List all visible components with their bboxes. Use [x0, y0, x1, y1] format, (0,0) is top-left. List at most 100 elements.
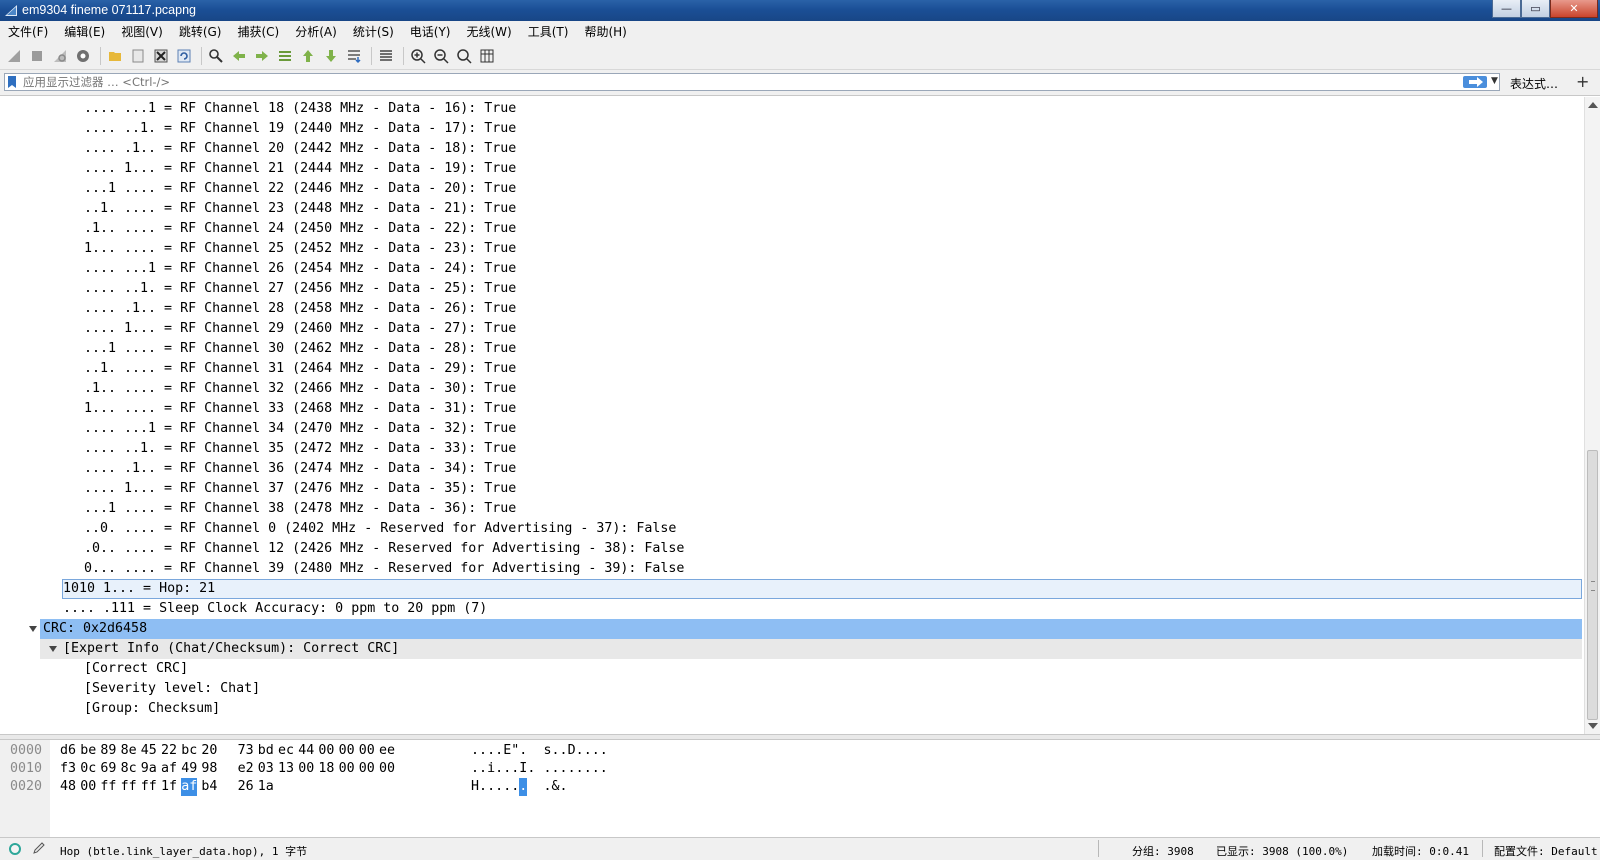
resize-columns-icon[interactable] — [477, 46, 497, 66]
tree-row[interactable]: .... ..1. = RF Channel 35 (2472 MHz - Da… — [0, 439, 1584, 459]
tree-row[interactable]: CRC: 0x2d6458 — [0, 619, 1584, 639]
bookmark-icon[interactable] — [8, 76, 16, 88]
tree-row[interactable]: ..1. .... = RF Channel 23 (2448 MHz - Da… — [0, 199, 1584, 219]
ascii-char[interactable]: . — [471, 760, 479, 778]
menu-edit[interactable]: 编辑(E) — [56, 21, 113, 43]
tree-row[interactable]: 0... .... = RF Channel 39 (2480 MHz - Re… — [0, 559, 1584, 579]
hex-byte[interactable]: ee — [379, 742, 395, 760]
tree-row[interactable]: ..1. .... = RF Channel 31 (2464 MHz - Da… — [0, 359, 1584, 379]
ascii-char[interactable]: . — [568, 760, 576, 778]
find-packet-icon[interactable] — [206, 46, 226, 66]
add-filter-button[interactable]: + — [1576, 72, 1589, 91]
hex-byte[interactable]: ff — [100, 778, 116, 796]
ascii-char[interactable]: . — [495, 760, 503, 778]
ascii-char[interactable]: " — [511, 742, 519, 760]
hex-byte[interactable]: 00 — [339, 742, 355, 760]
tree-row[interactable]: .1.. .... = RF Channel 32 (2466 MHz - Da… — [0, 379, 1584, 399]
ascii-char[interactable] — [527, 742, 535, 760]
hex-byte[interactable]: 00 — [298, 760, 314, 778]
ascii-char[interactable]: . — [600, 760, 608, 778]
ascii-char[interactable]: . — [592, 742, 600, 760]
edit-comment-pen-icon[interactable] — [32, 841, 46, 858]
ascii-char[interactable] — [535, 760, 543, 778]
menu-telephony[interactable]: 电话(Y) — [402, 21, 459, 43]
hex-byte[interactable]: 45 — [141, 742, 157, 760]
ascii-char[interactable]: & — [552, 778, 560, 796]
tree-row[interactable]: 1... .... = RF Channel 33 (2468 MHz - Da… — [0, 399, 1584, 419]
hex-byte[interactable]: 89 — [100, 742, 116, 760]
shark-fin-start-icon[interactable] — [4, 46, 24, 66]
ascii-char[interactable]: . — [560, 742, 568, 760]
tree-row[interactable]: ...1 .... = RF Channel 22 (2446 MHz - Da… — [0, 179, 1584, 199]
ascii-char[interactable]: . — [479, 760, 487, 778]
go-first-icon[interactable] — [298, 46, 318, 66]
hex-byte[interactable]: af — [181, 778, 198, 796]
hex-byte[interactable]: 9a — [141, 760, 157, 778]
ascii-char[interactable]: . — [495, 742, 503, 760]
bytes-row[interactable]: 0000 d6 be 89 8e 45 22 bc 20 73 bd ec 44 00 00 00 ee....… — [0, 742, 1600, 760]
expand-triangle-icon[interactable] — [49, 646, 57, 652]
hex-byte[interactable]: bc — [181, 742, 197, 760]
hex-byte[interactable]: 8c — [121, 760, 137, 778]
tree-row[interactable]: [Severity level: Chat] — [0, 679, 1584, 699]
tree-row[interactable]: 1... .... = RF Channel 25 (2452 MHz - Da… — [0, 239, 1584, 259]
tree-row[interactable]: .... .1.. = RF Channel 20 (2442 MHz - Da… — [0, 139, 1584, 159]
reload-icon[interactable] — [174, 46, 194, 66]
ascii-char[interactable]: . — [479, 778, 487, 796]
filter-history-chevron-down-icon[interactable]: ▼ — [1491, 76, 1498, 86]
tree-row[interactable]: 1010 1... = Hop: 21 — [0, 579, 1584, 599]
tree-row[interactable]: .0.. .... = RF Channel 12 (2426 MHz - Re… — [0, 539, 1584, 559]
ascii-char[interactable]: . — [552, 742, 560, 760]
ascii-char[interactable]: . — [552, 760, 560, 778]
ascii-char[interactable] — [535, 778, 543, 796]
hex-byte[interactable]: 00 — [359, 742, 375, 760]
go-back-icon[interactable] — [229, 46, 249, 66]
hex-byte[interactable]: 0c — [80, 760, 96, 778]
ascii-char[interactable]: . — [584, 760, 592, 778]
ascii-char[interactable]: . — [487, 778, 495, 796]
tree-row[interactable]: .... ...1 = RF Channel 18 (2438 MHz - Da… — [0, 99, 1584, 119]
hex-byte[interactable]: ec — [278, 742, 294, 760]
ascii-char[interactable]: I — [519, 760, 527, 778]
tree-row[interactable]: .... ...1 = RF Channel 34 (2470 MHz - Da… — [0, 419, 1584, 439]
maximize-button[interactable]: ▭ — [1521, 0, 1550, 18]
hex-byte[interactable]: e2 — [238, 760, 254, 778]
ascii-char[interactable]: . — [543, 760, 551, 778]
ascii-char[interactable]: . — [560, 760, 568, 778]
tree-row[interactable]: ...1 .... = RF Channel 38 (2478 MHz - Da… — [0, 499, 1584, 519]
ascii-char[interactable]: . — [511, 778, 519, 796]
tree-row[interactable]: .... 1... = RF Channel 37 (2476 MHz - Da… — [0, 479, 1584, 499]
hex-byte[interactable]: ff — [141, 778, 157, 796]
menu-file[interactable]: 文件(F) — [0, 21, 56, 43]
tree-row[interactable]: .... 1... = RF Channel 21 (2444 MHz - Da… — [0, 159, 1584, 179]
ascii-char[interactable]: . — [592, 760, 600, 778]
menu-go[interactable]: 跳转(G) — [171, 21, 230, 43]
capture-options-icon[interactable] — [73, 46, 93, 66]
menu-capture[interactable]: 捕获(C) — [229, 21, 287, 43]
ascii-char[interactable]: . — [519, 742, 527, 760]
hex-byte[interactable]: 8e — [121, 742, 137, 760]
ascii-char[interactable]: . — [487, 742, 495, 760]
ascii-char[interactable] — [527, 778, 535, 796]
hex-byte[interactable]: 00 — [318, 742, 334, 760]
ascii-char[interactable]: . — [471, 742, 479, 760]
file-set-icon[interactable] — [128, 46, 148, 66]
bytes-row[interactable]: 0020 48 00 ff ff ff 1f af b4 26 1a H...... . &. — [0, 778, 1600, 796]
zoom-in-icon[interactable] — [408, 46, 428, 66]
expression-button[interactable]: 表达式… — [1510, 75, 1558, 92]
packet-bytes-pane[interactable]: 0000 d6 be 89 8e 45 22 bc 20 73 bd ec 44 00 00 00 ee....… — [0, 740, 1600, 837]
hex-byte[interactable]: 1a — [258, 778, 274, 796]
bytes-row[interactable]: 0010 f3 0c 69 8c 9a af 49 98 e2 03 13 00 18 00 00 00.. i.… — [0, 760, 1600, 778]
ascii-char[interactable]: E — [503, 742, 511, 760]
restart-icon[interactable] — [50, 46, 70, 66]
hex-byte[interactable]: 1f — [161, 778, 177, 796]
hex-byte[interactable]: ff — [121, 778, 137, 796]
menu-help[interactable]: 帮助(H) — [576, 21, 634, 43]
go-forward-icon[interactable] — [252, 46, 272, 66]
hex-byte[interactable]: 26 — [238, 778, 254, 796]
ascii-char[interactable]: . — [576, 760, 584, 778]
ascii-char[interactable]: s — [543, 742, 551, 760]
hex-byte[interactable]: af — [161, 760, 177, 778]
hex-byte[interactable]: 22 — [161, 742, 177, 760]
ascii-char[interactable]: D — [568, 742, 576, 760]
